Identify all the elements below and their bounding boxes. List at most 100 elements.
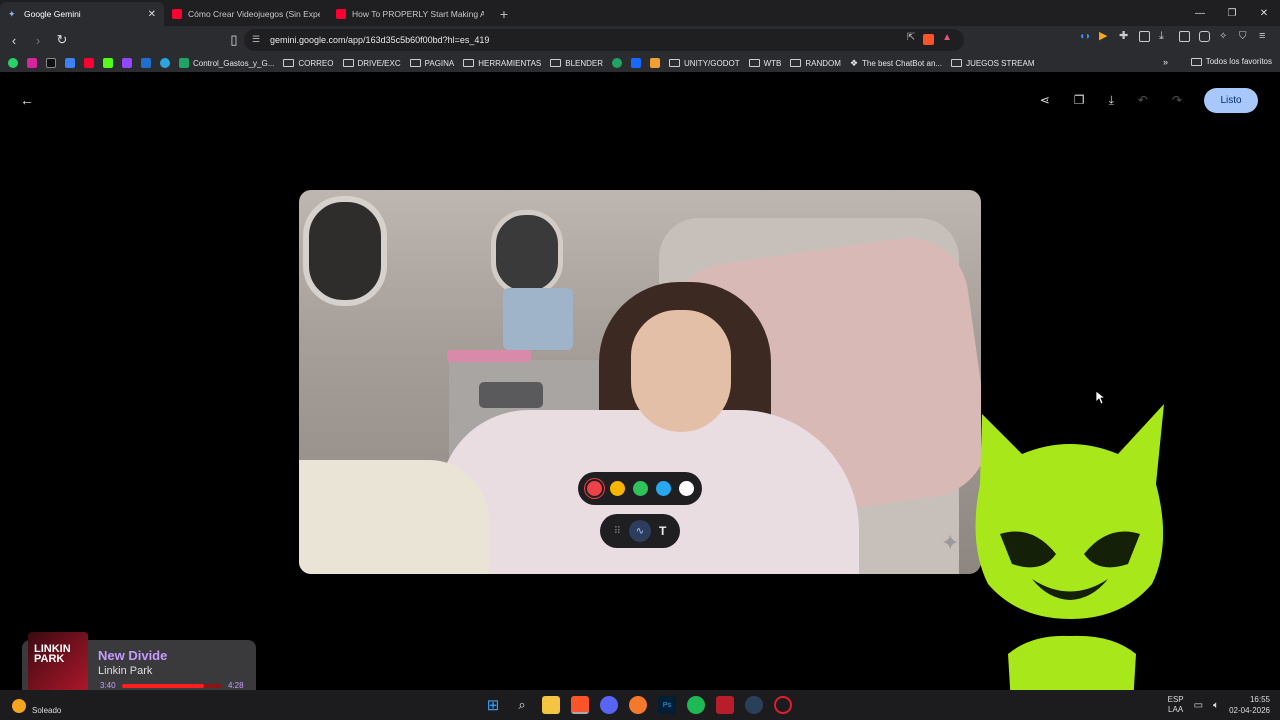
sidebar-icon[interactable] xyxy=(1179,31,1190,42)
play-extension-icon[interactable]: ▶ xyxy=(1099,31,1110,42)
done-button[interactable]: Listo xyxy=(1204,88,1258,113)
bookmark-folder-unity[interactable]: UNITY/GODOT xyxy=(669,59,740,68)
bookmark-all-favorites[interactable]: Todos los favoritos xyxy=(1190,57,1272,66)
back-icon[interactable]: ‹ xyxy=(4,30,24,50)
bookmark-kick[interactable] xyxy=(103,58,113,68)
bookmark-youtube[interactable] xyxy=(84,58,94,68)
color-swatch-yellow[interactable] xyxy=(609,481,625,496)
bookmark-telegram[interactable] xyxy=(160,58,170,68)
close-icon[interactable]: ✕ xyxy=(148,9,156,20)
text-tool-button[interactable]: T xyxy=(659,524,666,538)
steam-icon[interactable] xyxy=(745,696,763,714)
clock[interactable]: 16:55 02-04-2026 xyxy=(1229,694,1270,716)
ai-icon[interactable]: ✧ xyxy=(1219,31,1230,42)
address-bar[interactable]: ☰ gemini.google.com/app/163d35c5b60f00bd… xyxy=(244,29,964,51)
gemini-icon: ✦ xyxy=(8,9,16,19)
file-explorer-icon[interactable] xyxy=(542,696,560,714)
media-icon[interactable] xyxy=(1139,31,1150,42)
folder-icon xyxy=(550,59,562,67)
color-swatch-blue[interactable] xyxy=(655,481,671,496)
weather-widget[interactable]: Soleado xyxy=(12,696,61,715)
bookmark-folder-random[interactable]: RANDOM xyxy=(790,59,841,68)
spotify-icon[interactable] xyxy=(687,696,705,714)
weather-text: Soleado xyxy=(32,706,62,715)
brave-browser-icon[interactable] xyxy=(571,696,589,714)
color-swatch-green[interactable] xyxy=(632,481,648,496)
bookmark-folder-herramientas[interactable]: HERRAMIENTAS xyxy=(463,59,541,68)
bookmark-chatbot[interactable]: ❖ The best ChatBot an... xyxy=(850,58,942,69)
x-icon xyxy=(46,58,56,68)
bookmark-whatsapp[interactable] xyxy=(8,58,18,68)
share-icon[interactable]: ⋖ xyxy=(1040,93,1050,108)
draw-tool-icon[interactable]: ∿ xyxy=(628,520,651,542)
bookmark-x[interactable] xyxy=(46,58,56,68)
bookmark-folder-correo[interactable]: CORREO xyxy=(283,59,334,68)
artist-name: Linkin Park xyxy=(98,665,153,677)
download-icon[interactable]: ⤓ xyxy=(1109,93,1114,108)
search-icon[interactable]: ⌕ xyxy=(513,696,531,714)
bookmark-control-gastos[interactable]: Control_Gastos_y_G... xyxy=(179,58,274,68)
opera-icon[interactable] xyxy=(774,696,792,714)
new-tab-button[interactable]: + xyxy=(492,2,516,26)
bookmark-mail[interactable] xyxy=(65,58,75,68)
forward-icon[interactable]: › xyxy=(28,30,48,50)
bookmark-folder-wtb[interactable]: WTB xyxy=(748,58,782,68)
vpn-icon[interactable]: ⛉ xyxy=(1239,31,1250,42)
bookmark-icon[interactable]: ▯ xyxy=(224,30,244,50)
blender-icon[interactable] xyxy=(629,696,647,714)
progress-fill xyxy=(122,684,204,688)
tab-youtube-2[interactable]: How To PROPERLY Start Making A Ga xyxy=(328,2,492,26)
color-swatch-red[interactable] xyxy=(586,481,602,496)
bookmark-label: The best ChatBot an... xyxy=(862,58,943,68)
windows-taskbar: Soleado ⊞ ⌕ Ps ESP LAA ▭ 🔈︎ 16:55 02-04-… xyxy=(0,690,1280,720)
redo-icon[interactable]: ↷ xyxy=(1172,93,1182,108)
menu-icon[interactable]: ≡ xyxy=(1259,31,1270,42)
bookmark-label: UNITY/GODOT xyxy=(684,58,740,68)
copy-icon[interactable]: ❐ xyxy=(1074,93,1085,108)
color-swatch-white[interactable] xyxy=(678,481,694,496)
photoshop-icon[interactable]: Ps xyxy=(658,696,676,714)
orange-site-icon xyxy=(650,58,661,68)
bookmark-folder-drive[interactable]: DRIVE/EXC xyxy=(342,59,401,68)
minimize-icon[interactable]: — xyxy=(1184,0,1216,26)
undo-icon[interactable]: ↶ xyxy=(1138,93,1148,108)
bookmark-blue[interactable] xyxy=(631,58,642,68)
brave-shield-icon[interactable] xyxy=(923,34,935,45)
album-cover: LINKIN PARK xyxy=(28,632,88,694)
tab-youtube-1[interactable]: Cómo Crear Videojuegos (Sin Experi xyxy=(164,2,328,26)
bookmark-twitch[interactable] xyxy=(122,58,132,68)
site-info-icon[interactable]: ☰ xyxy=(252,34,260,45)
close-window-icon[interactable]: ✕ xyxy=(1248,0,1280,26)
brave-rewards-icon[interactable]: ▲ xyxy=(942,32,952,45)
language-indicator[interactable]: ESP LAA xyxy=(1168,695,1184,715)
bookmark-folder-blender[interactable]: BLENDER xyxy=(550,59,603,68)
volume-icon[interactable]: 🔈︎ xyxy=(1213,700,1219,711)
reload-icon[interactable]: ↻ xyxy=(52,30,72,50)
audio-extension-icon[interactable]: ◖◗ xyxy=(1079,31,1091,42)
wallet-icon[interactable] xyxy=(1199,31,1210,42)
network-icon[interactable]: ▭ xyxy=(1194,700,1203,711)
drag-handle-icon[interactable]: ⠿ xyxy=(614,526,621,537)
windows-start-icon[interactable]: ⊞ xyxy=(484,696,502,714)
share-page-icon[interactable]: ⇱ xyxy=(907,32,915,45)
bookmark-instagram[interactable] xyxy=(27,58,37,68)
discord-icon[interactable] xyxy=(600,696,618,714)
extensions-icon[interactable]: ✚ xyxy=(1119,31,1130,42)
bookmark-paypal[interactable] xyxy=(141,58,151,68)
bookmark-folder-juegos[interactable]: JUEGOS STREAM xyxy=(951,59,1035,68)
color-palette xyxy=(578,472,702,505)
game-app-icon[interactable] xyxy=(716,696,734,714)
bookmark-green[interactable] xyxy=(612,58,623,68)
back-arrow-icon[interactable]: ← xyxy=(20,92,34,108)
paypal-icon xyxy=(141,58,151,68)
bookmark-folder-pagina[interactable]: PAGINA xyxy=(409,59,454,68)
maximize-icon[interactable]: ❐ xyxy=(1216,0,1248,26)
bookmark-orange[interactable] xyxy=(650,58,661,68)
youtube-icon xyxy=(336,9,346,19)
face xyxy=(631,310,731,432)
more-bookmarks-icon[interactable]: » xyxy=(1163,57,1168,67)
tab-gemini[interactable]: ✦ Google Gemini ✕ xyxy=(0,2,164,26)
download-icon[interactable]: ⤓ xyxy=(1159,31,1170,42)
bookmark-label: WTB xyxy=(763,58,782,68)
progress-bar[interactable] xyxy=(122,684,222,688)
